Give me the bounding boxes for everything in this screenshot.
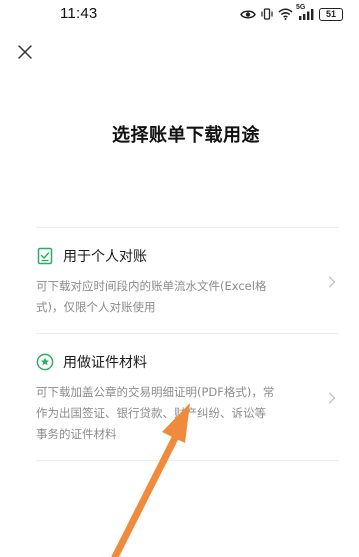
chevron-right-icon bbox=[328, 276, 336, 288]
option-certificate-material[interactable]: 用做证件材料 可下载加盖公章的交易明细证明(PDF格式)，常作为出国签证、银行贷… bbox=[36, 351, 339, 445]
option-description: 可下载对应时间段内的账单流水文件(Excel格式)，仅限个人对账使用 bbox=[36, 279, 267, 314]
document-check-icon bbox=[36, 247, 54, 265]
option-header: 用于个人对账 bbox=[36, 245, 339, 267]
screen: 11:43 5G 51 选择账单下载用途 用于个人对账 可下载对应时间段内的账单… bbox=[0, 0, 359, 557]
signal-icon: 5G bbox=[296, 4, 314, 20]
option-title: 用做证件材料 bbox=[63, 355, 147, 371]
divider bbox=[36, 460, 339, 461]
option-header: 用做证件材料 bbox=[36, 351, 339, 373]
close-icon bbox=[18, 45, 32, 59]
status-time: 11:43 bbox=[60, 5, 98, 22]
status-bar: 11:43 5G 51 bbox=[0, 0, 359, 30]
divider bbox=[36, 333, 339, 334]
battery-icon: 51 bbox=[319, 7, 343, 21]
wifi-icon bbox=[278, 8, 293, 20]
chevron-right-icon bbox=[328, 392, 336, 404]
status-icons: 5G 51 bbox=[240, 4, 343, 22]
page-title: 选择账单下载用途 bbox=[112, 125, 260, 146]
option-description: 可下载加盖公章的交易明细证明(PDF格式)，常作为出国签证、银行贷款、财产纠纷、… bbox=[36, 385, 275, 441]
divider bbox=[36, 227, 339, 228]
eye-icon bbox=[240, 9, 256, 20]
star-badge-icon bbox=[36, 353, 54, 371]
close-button[interactable] bbox=[14, 41, 36, 63]
network-type-label: 5G bbox=[296, 4, 306, 11]
option-personal-reconciliation[interactable]: 用于个人对账 可下载对应时间段内的账单流水文件(Excel格式)，仅限个人对账使… bbox=[36, 245, 339, 318]
vibrate-icon bbox=[261, 8, 273, 20]
option-title: 用于个人对账 bbox=[63, 249, 147, 265]
